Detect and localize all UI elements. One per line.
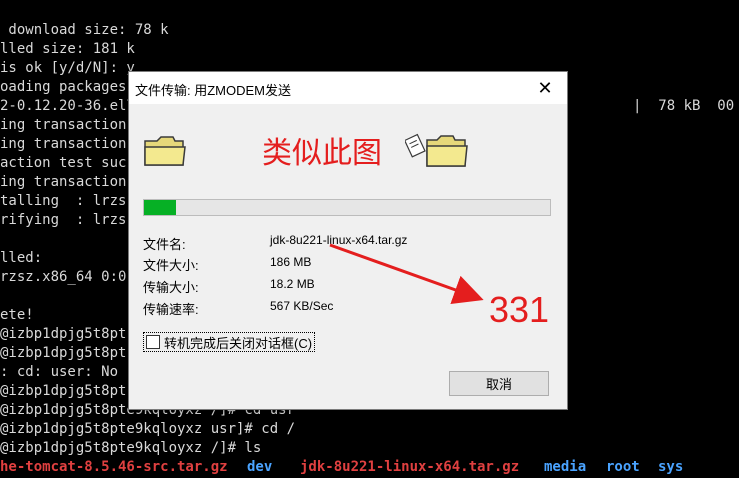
annotation-number: 331 (489, 289, 550, 330)
annotation-arrow (329, 243, 484, 305)
